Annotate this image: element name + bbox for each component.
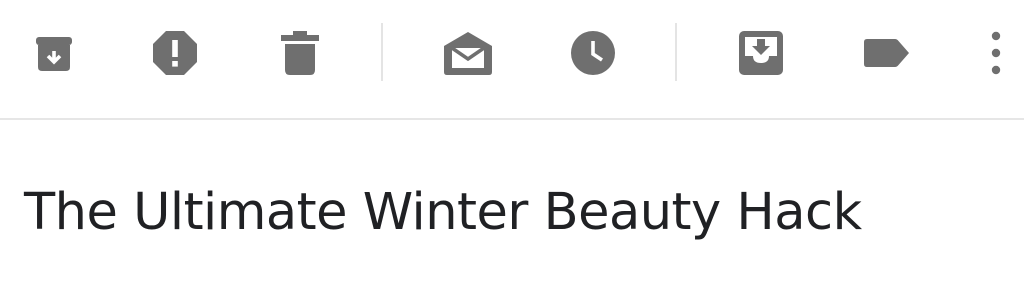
archive-button[interactable] [14,18,94,88]
move-to-inbox-button[interactable] [721,18,801,88]
label-tag-icon [864,39,909,67]
move-to-inbox-icon [739,31,783,75]
toolbar-separator [381,23,383,81]
more-vert-icon [991,31,1001,75]
toolbar-divider [0,118,1024,120]
mark-unread-envelope-icon [444,32,492,75]
trash-icon [281,31,319,75]
email-subject: The Ultimate Winter Beauty Hack [24,183,862,242]
archive-icon [36,37,72,71]
clock-icon [571,31,615,75]
report-spam-button[interactable] [135,18,215,88]
toolbar-separator [675,23,677,81]
more-options-button[interactable] [956,18,1024,88]
label-button[interactable] [846,18,926,88]
message-toolbar [0,0,1024,118]
report-spam-icon [153,31,197,75]
snooze-button[interactable] [553,18,633,88]
mark-unread-button[interactable] [428,18,508,88]
delete-button[interactable] [260,18,340,88]
